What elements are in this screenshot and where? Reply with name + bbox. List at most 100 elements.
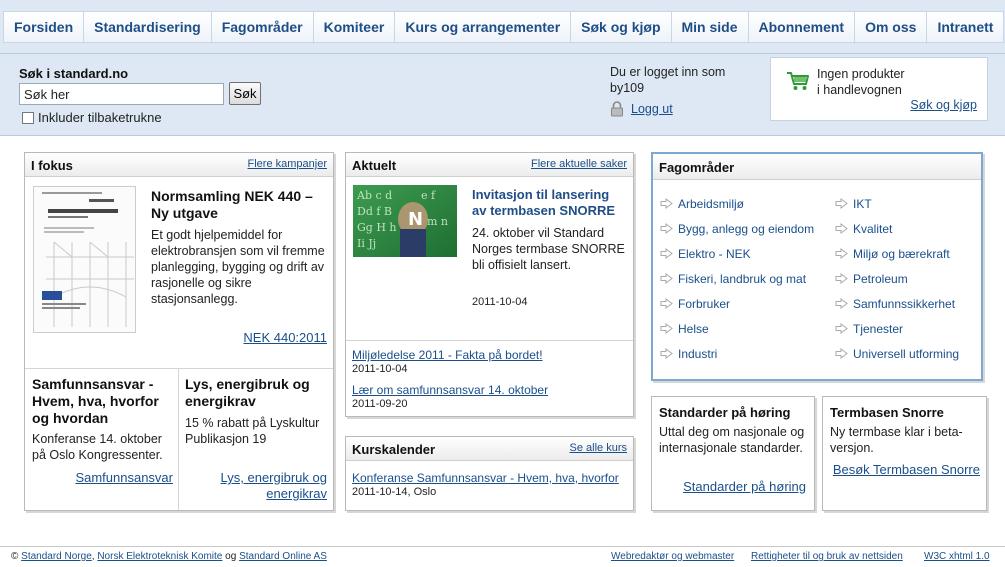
snorre-news-image[interactable]: Ab c d Dd f B Gg H h Ii Jj e f m n N [353, 185, 457, 257]
include-withdrawn-checkbox[interactable] [22, 111, 34, 124]
aktuelt-divider [346, 340, 633, 341]
nav-item-komiteer[interactable]: Komiteer [313, 12, 396, 42]
fagomrader-panel: Fagområder Arbeidsmiljø Bygg, anlegg og … [651, 152, 983, 381]
fag-link[interactable]: Petroleum [853, 272, 908, 286]
search-title: Søk i standard.no [19, 66, 129, 81]
cart-search-buy-link[interactable]: Søk og kjøp [910, 98, 977, 112]
nav-item-kurs[interactable]: Kurs og arrangementer [395, 12, 572, 42]
fag-item-ikt[interactable]: IKT [835, 191, 959, 216]
news-item-link[interactable]: Miljøledelse 2011 - Fakta på bordet! [352, 348, 543, 362]
footer-link-nek[interactable]: Norsk Elektroteknisk Komite [97, 551, 222, 562]
nav-item-fagomrader[interactable]: Fagområder [211, 12, 314, 42]
horing-title: Standarder på høring [659, 405, 791, 420]
fag-link[interactable]: Helse [678, 322, 709, 336]
copyright-symbol: © [11, 551, 19, 562]
fag-link[interactable]: Forbruker [678, 297, 730, 311]
fag-item-tjenester[interactable]: Tjenester [835, 316, 959, 341]
nav-item-intranett[interactable]: Intranett [927, 12, 1004, 42]
fag-item-arbeidsmiljo[interactable]: Arbeidsmiljø [660, 191, 814, 216]
news-item-link[interactable]: Lær om samfunnsansvar 14. oktober [352, 383, 548, 397]
fag-item-fiskeri[interactable]: Fiskeri, landbruk og mat [660, 266, 814, 291]
fokus-header: I fokus Flere kampanjer [25, 153, 333, 177]
footer-og: og [225, 551, 237, 562]
arrow-right-icon [835, 248, 848, 259]
nav-item-forsiden[interactable]: Forsiden [4, 12, 85, 42]
nav-item-abonnement[interactable]: Abonnement [748, 12, 856, 42]
fag-item-elektro[interactable]: Elektro - NEK [660, 241, 814, 266]
logout-link[interactable]: Logg ut [631, 102, 673, 116]
logout-area: Logg ut [610, 101, 673, 117]
fag-link[interactable]: Arbeidsmiljø [678, 197, 744, 211]
fag-item-kvalitet[interactable]: Kvalitet [835, 216, 959, 241]
fag-link[interactable]: Kvalitet [853, 222, 892, 236]
footer-link-webredaktor[interactable]: Webredaktør og webmaster [611, 551, 734, 562]
lock-icon [611, 101, 623, 117]
lys-energi-link[interactable]: Lys, energibruk og energikrav [207, 470, 327, 502]
fag-item-helse[interactable]: Helse [660, 316, 814, 341]
cart-status-line1: Ingen produkter [817, 67, 905, 81]
fag-item-bygg[interactable]: Bygg, anlegg og eiendom [660, 216, 814, 241]
arrow-right-icon [835, 273, 848, 284]
lys-energi-title: Lys, energibruk og energikrav [185, 376, 310, 409]
arrow-right-icon [835, 298, 848, 309]
fag-link[interactable]: Samfunnssikkerhet [853, 297, 955, 311]
fag-link[interactable]: Industri [678, 347, 717, 361]
svg-text:N: N [408, 209, 423, 230]
footer-link-rettigheter[interactable]: Rettigheter til og bruk av nettsiden [751, 551, 903, 562]
nav-item-sok-og-kjop[interactable]: Søk og kjøp [571, 12, 672, 42]
arrow-right-icon [660, 198, 673, 209]
arrow-right-icon [835, 348, 848, 359]
footer-link-standard-online[interactable]: Standard Online AS [239, 551, 327, 562]
fag-link[interactable]: Bygg, anlegg og eiendom [678, 222, 814, 236]
kurskalender-title: Kurskalender [352, 442, 436, 457]
termbase-link[interactable]: Besøk Termbasen Snorre [833, 462, 980, 477]
fag-link[interactable]: Miljø og bærekraft [853, 247, 950, 261]
fag-link[interactable]: Fiskeri, landbruk og mat [678, 272, 806, 286]
fag-item-forbruker[interactable]: Forbruker [660, 291, 814, 316]
cart-status-line2: i handlevognen [817, 83, 902, 97]
fag-link[interactable]: Elektro - NEK [678, 247, 751, 261]
nav-item-min-side[interactable]: Min side [671, 12, 749, 42]
fagomrader-header: Fagområder [653, 154, 981, 180]
fag-item-miljo[interactable]: Miljø og bærekraft [835, 241, 959, 266]
fag-link[interactable]: Tjenester [853, 322, 903, 336]
search-button[interactable]: Søk [229, 82, 261, 105]
search-input[interactable] [19, 83, 224, 105]
fag-link[interactable]: IKT [853, 197, 872, 211]
termbase-panel: Termbasen Snorre Ny termbase klar i beta… [822, 396, 987, 511]
fokus-more-link[interactable]: Flere kampanjer [248, 158, 327, 170]
cart-box: Ingen produkter i handlevognen Søk og kj… [770, 57, 988, 121]
all-courses-link[interactable]: Se alle kurs [570, 442, 627, 454]
include-withdrawn-option[interactable]: Inkluder tilbaketrukne [22, 110, 162, 125]
footer: © Standard Norge, Norsk Elektroteknisk K… [0, 546, 1005, 567]
fag-item-samfunnssikkerhet[interactable]: Samfunnssikkerhet [835, 291, 959, 316]
nav-item-om-oss[interactable]: Om oss [855, 12, 928, 42]
svg-text:Dd f B: Dd f B [357, 205, 392, 218]
aktuelt-title: Aktuelt [352, 158, 397, 173]
course-item: Konferanse Samfunnsansvar - Hvem, hva, h… [352, 471, 619, 498]
arrow-right-icon [835, 223, 848, 234]
course-item-link[interactable]: Konferanse Samfunnsansvar - Hvem, hva, h… [352, 471, 619, 485]
aktuelt-more-link[interactable]: Flere aktuelle saker [531, 158, 627, 170]
samfunnsansvar-title: Samfunnsansvar - Hvem, hva, hvorfor og h… [32, 376, 159, 426]
horing-link[interactable]: Standarder på høring [683, 479, 806, 494]
footer-link-w3c[interactable]: W3C xhtml 1.0 [924, 551, 990, 562]
arrow-right-icon [835, 198, 848, 209]
fag-item-universell-utforming[interactable]: Universell utforming [835, 341, 959, 366]
footer-link-standard-norge[interactable]: Standard Norge [21, 551, 92, 562]
header-area: Søk i standard.no Søk Inkluder tilbaketr… [0, 54, 1005, 136]
snorre-date: 2011-10-04 [472, 296, 528, 308]
fag-item-industri[interactable]: Industri [660, 341, 814, 366]
nav-bar: Forsiden Standardisering Fagområder Komi… [3, 11, 1005, 43]
aktuelt-panel: Aktuelt Flere aktuelle saker Ab c d Dd f… [345, 152, 634, 417]
top-navigation: Forsiden Standardisering Fagområder Komi… [0, 0, 1005, 54]
snorre-headline[interactable]: Invitasjon til lansering av termbasen SN… [472, 187, 627, 219]
termbase-description: Ny termbase klar i beta-versjon. [830, 425, 963, 455]
nav-item-standardisering[interactable]: Standardisering [84, 12, 212, 42]
fag-link[interactable]: Universell utforming [853, 347, 959, 361]
nek-440-link[interactable]: NEK 440:2011 [243, 330, 327, 345]
fag-item-petroleum[interactable]: Petroleum [835, 266, 959, 291]
samfunnsansvar-link[interactable]: Samfunnsansvar [75, 470, 173, 486]
svg-text:Ab c d: Ab c d [356, 189, 392, 202]
nek-440-cover-image[interactable] [33, 186, 136, 333]
